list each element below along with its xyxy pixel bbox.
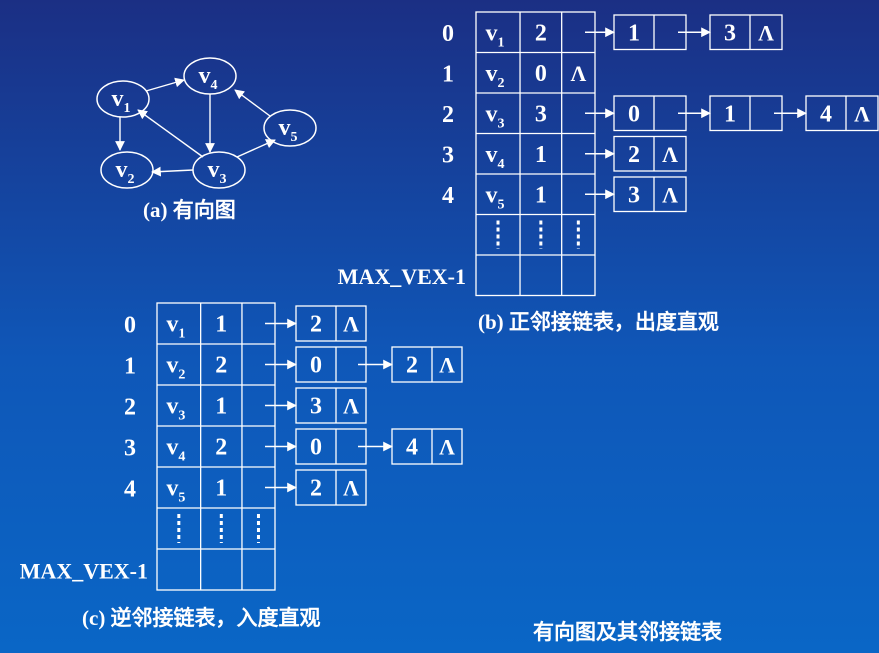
out-list-node-value: 1	[628, 20, 640, 46]
graph-edge	[145, 77, 185, 92]
out-list-degree-cell: 1	[535, 142, 547, 168]
in-list-node-value: 0	[310, 353, 322, 379]
out-list-vertex-cell: v4	[486, 142, 505, 172]
in-list-node-value: 2	[310, 312, 322, 338]
out-list-node-value: 2	[628, 142, 640, 168]
out-list-index: 3	[442, 143, 454, 169]
out-list-index: 4	[442, 183, 454, 209]
graph-edge	[236, 139, 276, 158]
in-list-caption: (c) 逆邻接链表，入度直观	[82, 606, 321, 630]
out-list-vertex-cell: v1	[486, 20, 505, 50]
out-list-max-label: MAX_VEX-1	[338, 264, 466, 289]
out-list-node-null: Λ	[758, 20, 774, 45]
in-list-node-value: 4	[406, 435, 418, 461]
out-list-node-value: 4	[820, 101, 832, 127]
in-list-degree-cell: 1	[215, 476, 227, 502]
graph-edge	[137, 109, 204, 158]
in-list-node-null: Λ	[343, 312, 359, 337]
in-list-degree-cell: 1	[215, 312, 227, 338]
in-list-node-value: 3	[310, 394, 322, 420]
in-list-degree-cell: 1	[215, 394, 227, 420]
adjacency-list-diagram: v1v4v5v2 v301234v1 2 1 3 Λv2 0 Λv3 3 0 1 4 Λv4 1 2 Λv5 1…	[20, 11, 879, 591]
out-list-vertex-cell: v3	[486, 101, 505, 131]
in-list-vertex-cell: v1	[166, 312, 185, 342]
in-list-node-null: Λ	[343, 394, 359, 419]
footer-title: 有向图及其邻接链表	[533, 620, 722, 644]
in-list-index: 3	[124, 436, 136, 462]
out-list-degree-cell: 2	[535, 20, 547, 46]
graph-caption: (a) 有向图	[143, 198, 236, 222]
out-list-vertex-cell: v2	[486, 61, 505, 91]
in-list-index: 2	[124, 395, 136, 421]
graph-vertex-label: v2	[116, 157, 135, 187]
graph-edge	[234, 89, 271, 117]
graph-edge	[151, 166, 194, 177]
out-list-node-value: 3	[724, 20, 736, 46]
in-list-node-value: 2	[406, 353, 418, 379]
graph-vertex-label: v3	[208, 157, 227, 187]
in-list-vertex-cell: v4	[166, 435, 185, 465]
out-list-degree-cell: 3	[535, 101, 547, 127]
out-list-index: 2	[442, 102, 454, 128]
out-list-index: 1	[442, 62, 454, 88]
out-list-vertex-cell: v5	[486, 182, 505, 212]
in-list-vertex-cell: v2	[166, 353, 185, 383]
in-list-node-null: Λ	[343, 476, 359, 501]
out-list-node-null: Λ	[854, 101, 870, 126]
in-list-node-null: Λ	[439, 435, 455, 460]
graph-vertex-label: v5	[279, 115, 298, 145]
out-list-node-value: 0	[628, 101, 640, 127]
out-list-list-node	[613, 95, 687, 132]
in-list-list-node	[295, 346, 367, 383]
out-list-node-null: Λ	[662, 142, 678, 167]
out-list-degree-cell: 1	[535, 182, 547, 208]
out-list-list-node	[709, 95, 783, 132]
in-list-index: 0	[124, 313, 136, 339]
in-list-node-null: Λ	[439, 353, 455, 378]
in-list-list-node	[295, 428, 367, 465]
in-list-vertex-cell: v3	[166, 394, 185, 424]
in-list-max-label: MAX_VEX-1	[20, 559, 148, 584]
in-list-degree-cell: 2	[215, 353, 227, 379]
in-list-node-value: 2	[310, 476, 322, 502]
out-list-caption: (b) 正邻接链表，出度直观	[478, 310, 719, 334]
graph-vertex-label: v4	[199, 63, 218, 93]
in-list-index: 4	[124, 477, 136, 503]
out-list-node-value: 1	[724, 101, 736, 127]
out-list-node-value: 3	[628, 182, 640, 208]
out-list-degree-cell: 0	[535, 61, 547, 87]
out-list-index: 0	[442, 21, 454, 47]
in-list-vertex-cell: v5	[166, 476, 185, 506]
out-list-null-link: Λ	[570, 61, 586, 86]
graph-vertex-label: v1	[112, 86, 131, 116]
in-list-index: 1	[124, 354, 136, 380]
out-list-list-node	[613, 14, 687, 51]
out-list-node-null: Λ	[662, 182, 678, 207]
in-list-degree-cell: 2	[215, 435, 227, 461]
in-list-node-value: 0	[310, 435, 322, 461]
